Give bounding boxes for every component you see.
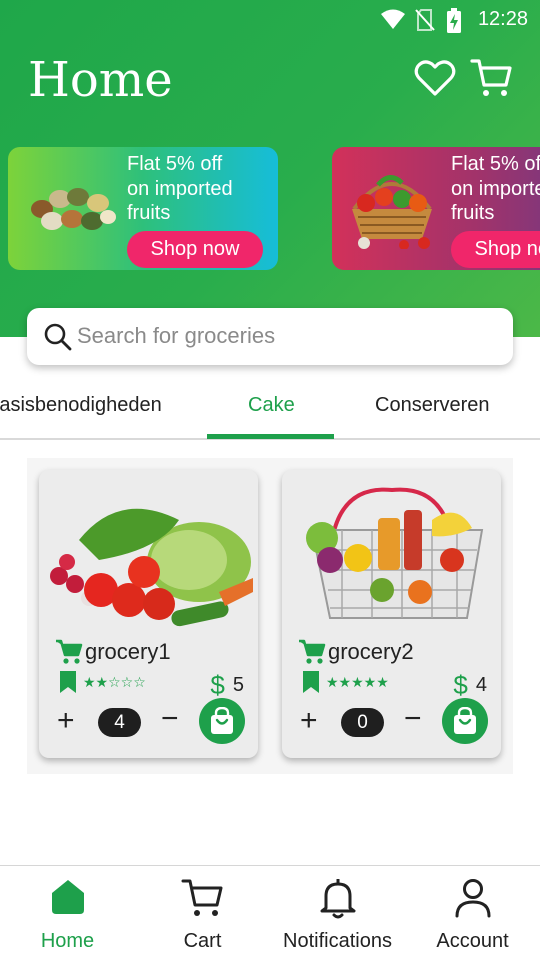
decrease-quantity-button[interactable]: − — [161, 702, 179, 736]
shop-now-button[interactable]: Shop now — [451, 231, 540, 268]
shopping-bag-icon — [454, 707, 476, 734]
tab-basisbenodigheden[interactable]: Basisbenodigheden — [0, 394, 162, 417]
home-icon — [51, 880, 84, 914]
category-tabs: Basisbenodigheden Cake Conserveren — [0, 382, 540, 440]
product-name: grocery1 — [85, 639, 171, 664]
status-time: 12:28 — [477, 8, 528, 30]
quantity-value: 0 — [341, 708, 384, 737]
active-tab-indicator — [207, 434, 334, 439]
price-value: 5 — [232, 674, 244, 696]
no-sim-icon — [415, 9, 435, 31]
nav-notifications[interactable]: Notifications — [270, 866, 405, 957]
shopping-bag-icon — [211, 707, 233, 734]
promo-banner[interactable]: Flat 5% off on imported fruits Shop now — [332, 147, 540, 270]
rating-row: ★★★★★ — [302, 670, 389, 694]
product-card[interactable]: grocery2 ★★★★★ $ 4 + 0 − — [282, 470, 501, 758]
rating-row: ★★☆☆☆ — [59, 670, 146, 694]
increase-quantity-button[interactable]: + — [57, 704, 75, 738]
product-card[interactable]: grocery1 ★★☆☆☆ $ 5 + 4 − — [39, 470, 258, 758]
add-to-bag-button[interactable] — [442, 698, 488, 744]
favorite-heart-icon[interactable] — [413, 56, 457, 100]
tab-conserveren[interactable]: Conserveren — [375, 394, 490, 417]
cart-icon — [56, 639, 83, 664]
wifi-icon — [381, 9, 405, 29]
product-name: grocery2 — [328, 639, 414, 664]
nav-label: Account — [436, 930, 509, 952]
page-title: Home — [28, 52, 173, 108]
header: 12:28 Home Flat 5% off on imported fruit… — [0, 0, 540, 337]
banner-text: Flat 5% off on imported fruits — [451, 153, 540, 224]
vegetables-image — [50, 508, 253, 627]
product-title-row: grocery2 — [298, 636, 414, 668]
nav-label: Cart — [183, 930, 222, 952]
price: $ 4 — [453, 670, 487, 701]
product-title-row: grocery1 — [55, 636, 171, 668]
promo-banner[interactable]: Flat 5% off on imported fruits Shop now — [8, 147, 278, 270]
header-cart-icon[interactable] — [470, 56, 514, 100]
bookmark-icon — [60, 671, 76, 693]
dollar-icon: $ — [210, 670, 225, 700]
status-bar: 12:28 — [0, 0, 540, 40]
star-rating: ★★☆☆☆ — [83, 673, 146, 690]
shop-now-button[interactable]: Shop now — [127, 231, 263, 268]
account-icon — [455, 879, 490, 918]
cart-icon — [299, 639, 326, 664]
grocery-basket-image — [306, 487, 484, 619]
price-value: 4 — [475, 674, 487, 696]
quantity-value: 4 — [98, 708, 141, 737]
increase-quantity-button[interactable]: + — [300, 704, 318, 738]
nav-cart[interactable]: Cart — [135, 866, 270, 957]
nav-label: Home — [40, 930, 95, 952]
star-rating: ★★★★★ — [326, 673, 389, 690]
quantity-stepper: + 0 − — [300, 698, 490, 744]
add-to-bag-button[interactable] — [199, 698, 245, 744]
battery-charging-icon — [447, 8, 461, 33]
grain-bowls-image — [31, 188, 116, 230]
search-bar[interactable] — [27, 308, 513, 365]
cart-icon — [181, 879, 222, 916]
tab-cake[interactable]: Cake — [248, 394, 295, 417]
veg-basket-image — [352, 175, 432, 249]
bookmark-icon — [303, 671, 319, 693]
dollar-icon: $ — [453, 670, 468, 700]
decrease-quantity-button[interactable]: − — [404, 702, 422, 736]
search-input[interactable] — [77, 318, 497, 354]
bell-icon — [320, 879, 355, 919]
price: $ 5 — [210, 670, 244, 701]
search-icon — [44, 323, 72, 351]
quantity-stepper: + 4 − — [57, 698, 247, 744]
nav-account[interactable]: Account — [405, 866, 540, 957]
home-screen: 12:28 Home Flat 5% off on imported fruit… — [0, 0, 540, 957]
bottom-navigation: Home Cart Notifications Account — [0, 865, 540, 957]
nav-label: Notifications — [283, 930, 392, 952]
banner-text: Flat 5% off on imported fruits — [127, 153, 233, 224]
nav-home[interactable]: Home — [0, 866, 135, 957]
